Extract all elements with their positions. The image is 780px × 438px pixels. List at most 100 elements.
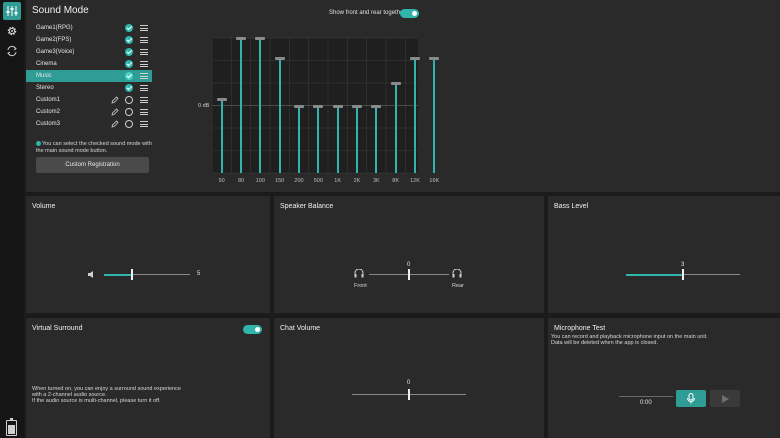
equalizer-band-handle[interactable]	[429, 57, 440, 61]
sound-mode-item[interactable]: Game2(FPS)	[26, 34, 152, 46]
equalizer-band-fill	[278, 58, 281, 173]
equalizer-band-handle[interactable]	[332, 104, 343, 108]
chat-volume-title: Chat Volume	[280, 325, 321, 332]
equalizer-band-handle[interactable]	[410, 57, 420, 61]
drag-handle-icon[interactable]	[140, 97, 148, 103]
sound-mode-item-label: Music	[36, 73, 52, 79]
equalizer-band-fill	[317, 105, 320, 173]
note-text: You can select the checked sound mode wi…	[36, 141, 152, 154]
equalizer-band-fill	[375, 105, 378, 173]
mode-unchecked-icon[interactable]	[125, 96, 133, 104]
custom-registration-button[interactable]: Custom Registration	[36, 157, 149, 173]
chat-volume-value: 0	[407, 380, 411, 386]
mode-checked-icon[interactable]	[125, 84, 133, 92]
equalizer-band-fill	[298, 105, 300, 173]
sound-mode-item[interactable]: Game3(Voice)	[26, 46, 152, 58]
chat-volume-card: Chat Volume 0	[274, 318, 544, 438]
drag-handle-icon[interactable]	[140, 73, 148, 79]
drag-handle-icon[interactable]	[140, 85, 148, 91]
mic-time: 0:00	[640, 400, 652, 406]
balance-value: 0	[407, 262, 411, 268]
sound-mode-item[interactable]: Custom2	[26, 106, 152, 118]
equalizer-band-handle[interactable]	[352, 104, 362, 108]
mode-unchecked-icon[interactable]	[125, 120, 133, 128]
virtual-surround-card: Virtual Surround When turned on, you can…	[26, 318, 270, 438]
bass-slider-thumb[interactable]	[682, 269, 684, 280]
mode-unchecked-icon[interactable]	[125, 108, 133, 116]
equalizer-band-frequency: 12K	[410, 178, 420, 184]
drag-handle-icon[interactable]	[140, 25, 148, 31]
sound-mode-item[interactable]: Cinema	[26, 58, 152, 70]
equalizer-band-frequency: 200	[294, 178, 304, 184]
virtual-surround-toggle[interactable]	[243, 325, 262, 334]
sound-mode-item[interactable]: Game1(RPG)	[26, 22, 152, 34]
equalizer-band-handle[interactable]	[371, 104, 382, 108]
equalizer-band-fill	[356, 105, 358, 173]
microphone-test-card: Microphone Test You can record and playb…	[548, 318, 780, 438]
drag-handle-icon[interactable]	[140, 49, 148, 55]
equalizer-icon	[6, 6, 18, 16]
equalizer-band-frequency: 80	[237, 178, 245, 184]
left-nav	[0, 0, 24, 438]
equalizer-band-handle[interactable]	[216, 97, 227, 101]
battery-icon	[6, 418, 17, 436]
sound-mode-title: Sound Mode	[32, 5, 89, 16]
equalizer-band-frequency: 16K	[429, 178, 440, 184]
bass-level-title: Bass Level	[554, 203, 589, 210]
equalizer-band-handle[interactable]	[236, 37, 246, 40]
equalizer-band-handle[interactable]	[294, 104, 304, 108]
mic-progress-track	[619, 396, 673, 397]
play-button[interactable]	[710, 390, 740, 407]
edit-pencil-icon[interactable]	[111, 96, 119, 104]
sound-mode-item[interactable]: Custom1	[26, 94, 152, 106]
sound-mode-item-label: Custom2	[36, 109, 61, 115]
mode-checked-icon[interactable]	[125, 24, 133, 32]
headphone-rear-icon	[452, 269, 462, 278]
sound-mode-item-label: Game3(Voice)	[36, 49, 75, 55]
equalizer-band-fill	[240, 38, 242, 173]
sound-mode-item[interactable]: Custom3	[26, 118, 152, 130]
edit-pencil-icon[interactable]	[111, 120, 119, 128]
microphone-test-title: Microphone Test	[554, 325, 606, 332]
sound-mode-item[interactable]: Stereo	[26, 82, 152, 94]
drag-handle-icon[interactable]	[140, 109, 148, 115]
equalizer-band-handle[interactable]	[274, 57, 285, 61]
sound-mode-list: Game1(RPG) Game2(FPS) Game3(Voice) Cinema Mu…	[26, 22, 152, 130]
mode-checked-icon[interactable]	[125, 60, 133, 68]
equalizer-band-handle[interactable]	[390, 81, 401, 85]
volume-title: Volume	[32, 203, 56, 210]
equalizer: 0 dB 50 80 100 150 200 500 1K 2K 3K 8K 12K 16K	[184, 33, 440, 184]
show-together-toggle[interactable]	[400, 9, 419, 18]
check-icon	[36, 141, 41, 147]
equalizer-band-frequency: 500	[313, 178, 323, 184]
bass-level-card: Bass Level 3	[548, 196, 780, 313]
speaker-icon	[88, 271, 93, 278]
sound-mode-item-label: Cinema	[36, 61, 57, 67]
balance-slider-thumb[interactable]	[408, 269, 410, 280]
volume-slider-thumb[interactable]	[131, 269, 134, 280]
mode-checked-icon[interactable]	[125, 36, 133, 44]
sound-mode-item-label: Game1(RPG)	[36, 25, 73, 31]
equalizer-band-frequency: 8K	[392, 178, 400, 184]
mode-checked-icon[interactable]	[125, 48, 133, 56]
sync-nav-button[interactable]	[3, 42, 21, 60]
equalizer-band-fill	[394, 82, 397, 173]
virtual-surround-title: Virtual Surround	[32, 325, 83, 332]
equalizer-band-handle[interactable]	[255, 37, 266, 40]
settings-nav-button[interactable]	[3, 22, 21, 40]
sound-mode-note: You can select the checked sound mode wi…	[36, 141, 156, 155]
drag-handle-icon[interactable]	[140, 37, 148, 43]
bass-fill	[626, 273, 683, 276]
record-button[interactable]	[676, 390, 706, 407]
speaker-balance-title: Speaker Balance	[280, 203, 334, 210]
equalizer-nav-button[interactable]	[3, 2, 21, 20]
mode-checked-icon[interactable]	[125, 72, 133, 80]
edit-pencil-icon[interactable]	[111, 108, 119, 116]
drag-handle-icon[interactable]	[140, 121, 148, 127]
equalizer-band-handle[interactable]	[313, 104, 324, 108]
drag-handle-icon[interactable]	[140, 61, 148, 67]
chat-volume-slider-thumb[interactable]	[408, 389, 410, 400]
sound-mode-item-label: Custom3	[36, 121, 61, 127]
sound-mode-item[interactable]: Music	[26, 70, 152, 82]
rear-label: Rear	[452, 283, 464, 289]
